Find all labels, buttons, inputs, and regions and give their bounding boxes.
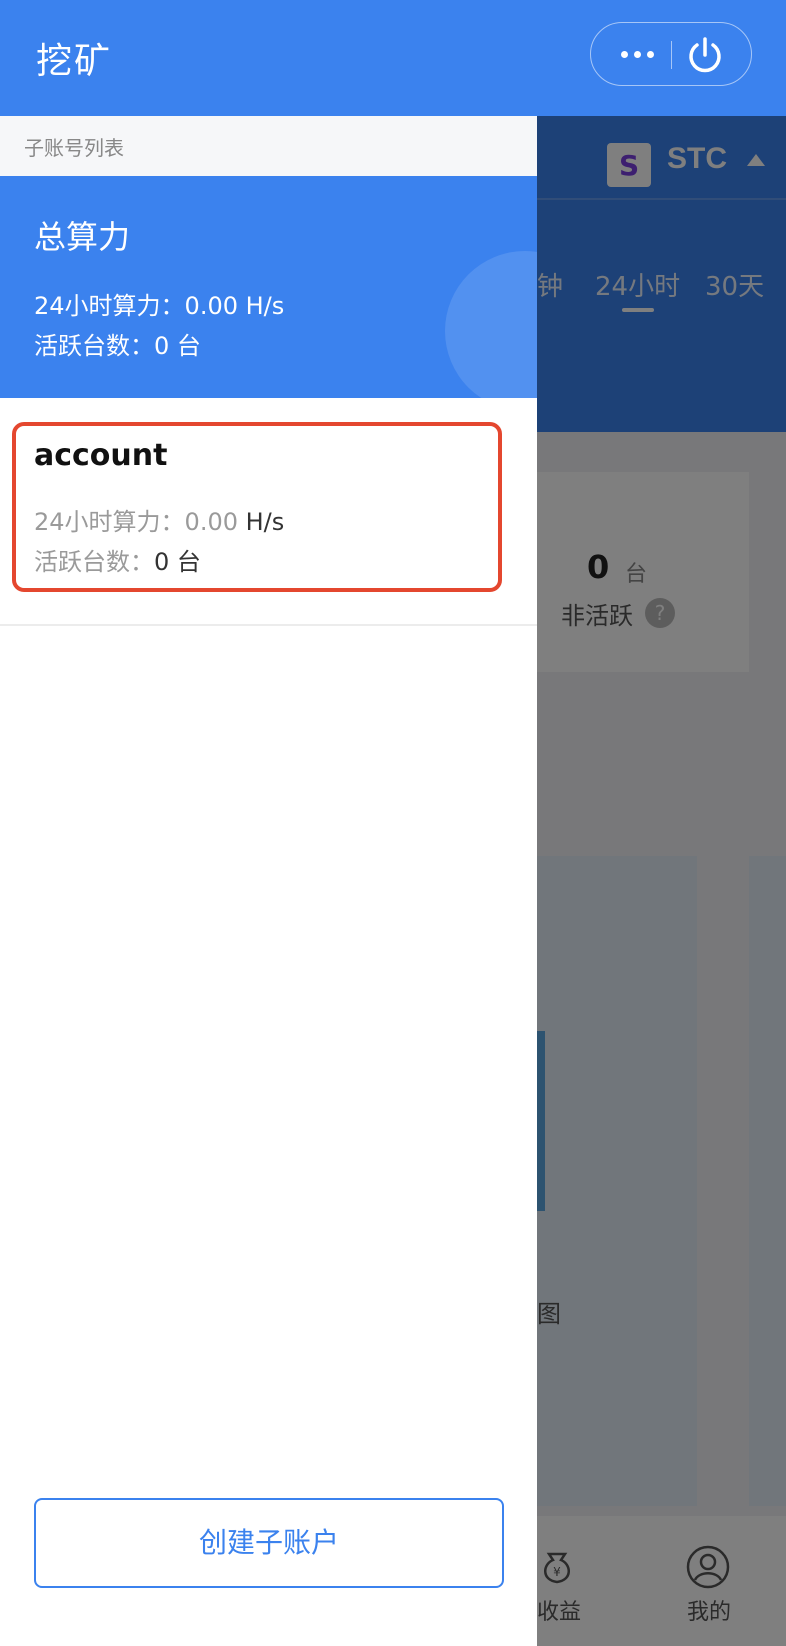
- hashrate-num: 0.00: [184, 508, 238, 536]
- account-active-row: 活跃台数：0 台: [34, 542, 201, 577]
- total-hashrate-row: 24小时算力：0.00 H/s: [34, 286, 284, 321]
- modal-overlay[interactable]: [537, 116, 786, 1646]
- hashrate-label: 24小时算力：: [34, 508, 185, 536]
- hashrate-unit: H/s: [245, 508, 285, 536]
- total-active-row: 活跃台数：0 台: [34, 326, 201, 361]
- page-title: 挖矿: [36, 41, 113, 82]
- watermark-logo: [445, 251, 537, 398]
- create-subaccount-button[interactable]: 创建子账户: [34, 1498, 504, 1588]
- power-icon[interactable]: [683, 33, 727, 77]
- hashrate-label: 24小时算力：: [34, 292, 185, 320]
- section-label: 子账号列表: [24, 136, 124, 160]
- active-label: 活跃台数：: [34, 548, 154, 576]
- active-label: 活跃台数：: [34, 332, 154, 360]
- subaccount-drawer: 子账号列表 总算力 24小时算力：0.00 H/s 活跃台数：0 台 accou…: [0, 116, 537, 1646]
- active-value: 0 台: [154, 548, 201, 576]
- subaccount-card[interactable]: account 24小时算力：0.00 H/s 活跃台数：0 台: [0, 398, 537, 626]
- more-dots-icon[interactable]: [609, 37, 665, 71]
- capsule-divider: [671, 41, 672, 69]
- mini-program-capsule: [590, 22, 752, 86]
- account-name: account: [34, 438, 168, 473]
- account-hashrate-row: 24小时算力：0.00 H/s: [34, 502, 284, 537]
- total-hashrate-card[interactable]: 总算力 24小时算力：0.00 H/s 活跃台数：0 台: [0, 176, 537, 398]
- app-header: 挖矿: [0, 0, 786, 116]
- total-title: 总算力: [34, 218, 131, 256]
- active-value: 0 台: [154, 332, 201, 360]
- hashrate-value: 0.00 H/s: [184, 292, 285, 320]
- drawer-section-header: 子账号列表: [0, 116, 537, 176]
